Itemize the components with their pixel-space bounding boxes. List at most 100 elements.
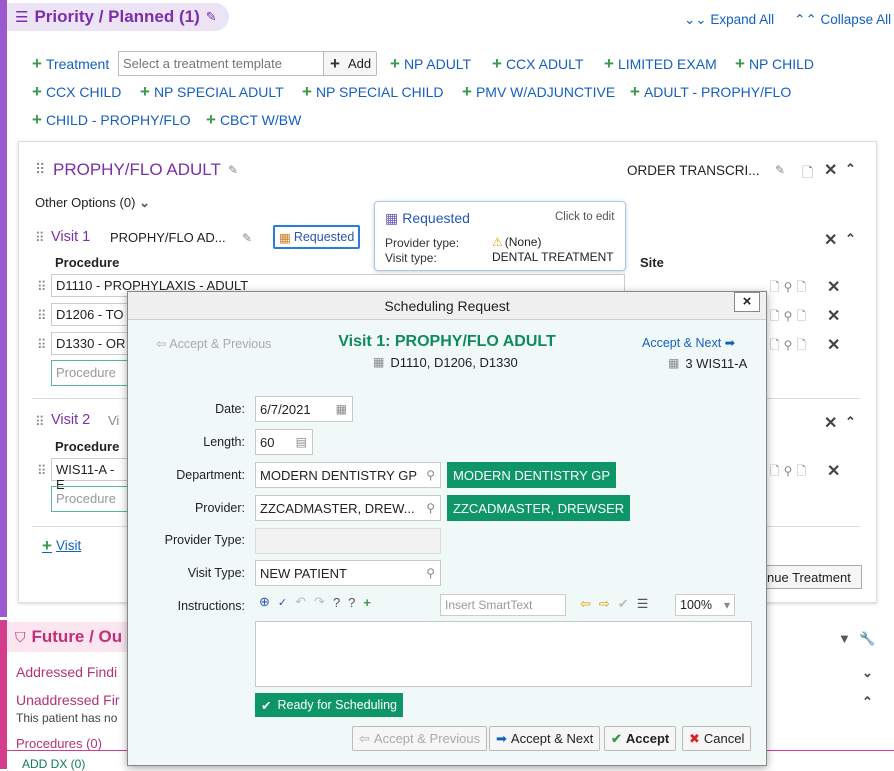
- undo-icon[interactable]: ↶: [295, 594, 306, 610]
- priority-header[interactable]: ☰ Priority / Planned (1) ✎: [7, 3, 229, 31]
- search-icon[interactable]: ⚲: [426, 566, 435, 580]
- accept-button[interactable]: ✔ Accept: [604, 726, 677, 751]
- drag-handle-icon[interactable]: ⠿: [35, 414, 45, 430]
- visit2-label: Visit 2: [51, 412, 91, 428]
- zoom-icon[interactable]: ⊕: [259, 594, 270, 610]
- arrow-right-icon[interactable]: ⇨: [599, 596, 610, 612]
- spellcheck-icon[interactable]: ✓: [278, 596, 287, 609]
- provider-field[interactable]: ZZCADMASTER, DREW... ⚲: [255, 495, 441, 521]
- calendar-icon[interactable]: ▦: [336, 402, 347, 416]
- provider-label: Provider:: [194, 501, 245, 515]
- drag-handle-icon[interactable]: ⠿: [37, 279, 47, 295]
- calculator-icon[interactable]: ▤: [296, 435, 307, 449]
- unaddressed-findings[interactable]: Unaddressed Fir: [16, 692, 120, 708]
- department-chip[interactable]: MODERN DENTISTRY GP: [447, 462, 616, 488]
- template-ccx-child[interactable]: + CCX CHILD: [32, 83, 121, 100]
- template-np-special-child[interactable]: + NP SPECIAL CHILD: [302, 83, 444, 100]
- checklist-icon: ☰: [15, 9, 29, 26]
- warning-icon: ⚠: [492, 235, 503, 249]
- search-icon[interactable]: ⚲: [426, 501, 435, 515]
- expand-icon[interactable]: ⌄: [862, 665, 873, 681]
- visit-type-field[interactable]: NEW PATIENT ⚲: [255, 560, 441, 586]
- check-icon[interactable]: ✔: [618, 596, 629, 612]
- template-child-prophy[interactable]: + CHILD - PROPHY/FLO: [32, 111, 191, 128]
- addressed-findings[interactable]: Addressed Findi: [16, 664, 117, 680]
- procedure-row[interactable]: D1330 - OR: [51, 332, 131, 355]
- provider-chip[interactable]: ZZCADMASTER, DREWSER: [447, 495, 631, 521]
- add-visit-link[interactable]: + Visit: [42, 537, 81, 554]
- procedure-row[interactable]: D1206 - TO: [51, 303, 131, 326]
- redo-icon[interactable]: ↷: [314, 594, 325, 610]
- department-field[interactable]: MODERN DENTISTRY GP ⚲: [255, 462, 441, 488]
- collapse-icon[interactable]: ⌃: [845, 161, 856, 177]
- treatment-label: + Treatment: [32, 54, 110, 73]
- template-np-special-adult[interactable]: + NP SPECIAL ADULT: [140, 83, 284, 100]
- accept-next-button[interactable]: ➡ Accept & Next: [489, 726, 601, 751]
- help-icon[interactable]: ?: [333, 595, 340, 610]
- collapse-icon[interactable]: ⌃: [845, 231, 856, 247]
- edit-icon[interactable]: ✎: [775, 163, 785, 177]
- close-icon[interactable]: ✕: [827, 461, 840, 481]
- treatment-template-input[interactable]: [118, 51, 324, 76]
- cancel-button[interactable]: ✖ Cancel: [682, 726, 752, 751]
- procedure-header: Procedure: [55, 439, 120, 454]
- drag-handle-icon[interactable]: ⠿: [37, 308, 47, 324]
- collapse-icon[interactable]: ⌃: [845, 414, 856, 430]
- visit-type-label: Visit Type:: [187, 566, 245, 580]
- template-adult-prophy[interactable]: + ADULT - PROPHY/FLO: [630, 83, 791, 100]
- close-icon[interactable]: ✕: [824, 230, 837, 250]
- template-cbct-bw[interactable]: + CBCT W/BW: [206, 111, 301, 128]
- procedure-input[interactable]: Procedure: [51, 360, 131, 386]
- plus-icon[interactable]: +: [363, 595, 371, 610]
- requested-badge[interactable]: ▦ Requested: [273, 225, 360, 249]
- wrench-icon[interactable]: 🔧: [859, 631, 875, 647]
- collapse-icon[interactable]: ⌃: [862, 694, 873, 710]
- instructions-textarea[interactable]: [255, 621, 752, 687]
- procedures-link[interactable]: Procedures (0): [16, 736, 102, 751]
- row-icons[interactable]: 🗋⚲🗋: [770, 278, 810, 299]
- requested-popover[interactable]: ▦ Requested Click to edit Provider type: …: [374, 201, 626, 271]
- close-icon[interactable]: ✕: [824, 413, 837, 433]
- help-plus-icon[interactable]: ?: [348, 595, 355, 610]
- template-pmv-adjunctive[interactable]: + PMV W/ADJUNCTIVE: [462, 83, 615, 100]
- length-label: Length:: [203, 435, 245, 449]
- list-icon[interactable]: ☰: [637, 596, 649, 612]
- expand-all-link[interactable]: ⌄⌄ Expand All: [684, 12, 774, 28]
- date-field[interactable]: 6/7/2021 ▦: [255, 396, 353, 422]
- row-icons[interactable]: 🗋⚲🗋: [770, 462, 810, 483]
- continue-treatment-button[interactable]: nue Treatment: [760, 565, 862, 589]
- drag-handle-icon[interactable]: ⠿: [35, 230, 45, 246]
- template-np-child[interactable]: + NP CHILD: [735, 55, 814, 72]
- close-icon[interactable]: ✕: [824, 160, 837, 180]
- collapse-all-link[interactable]: ⌃⌃ Collapse All: [794, 12, 891, 28]
- edit-icon[interactable]: ✎: [228, 163, 238, 177]
- drag-handle-icon[interactable]: ⠿: [35, 161, 45, 178]
- accept-next-link[interactable]: Accept & Next ➡: [642, 335, 735, 350]
- accept-previous-button[interactable]: ⇦ Accept & Previous: [352, 726, 488, 751]
- popover-title: ▦ Requested: [385, 210, 470, 226]
- drag-handle-icon[interactable]: ⠿: [37, 463, 47, 479]
- dialog-close-button[interactable]: ×: [734, 292, 760, 312]
- template-np-adult[interactable]: + NP ADULT: [390, 55, 471, 72]
- ready-for-scheduling-button[interactable]: ✔ Ready for Scheduling: [255, 693, 404, 717]
- search-icon[interactable]: ⚲: [426, 468, 435, 482]
- drag-handle-icon[interactable]: ⠿: [37, 337, 47, 353]
- expand-collapse: ⌄⌄ Expand All ⌃⌃ Collapse All: [684, 12, 891, 28]
- edit-icon[interactable]: ✎: [242, 231, 252, 245]
- add-button[interactable]: + Add: [323, 51, 377, 76]
- template-limited-exam[interactable]: + LIMITED EXAM: [604, 55, 717, 72]
- row-icons[interactable]: 🗋⚲🗋: [770, 307, 810, 328]
- length-field[interactable]: 60 ▤: [255, 429, 313, 455]
- close-icon[interactable]: ✕: [827, 277, 840, 297]
- smarttext-input[interactable]: Insert SmartText: [440, 594, 566, 616]
- close-icon[interactable]: ✕: [827, 335, 840, 355]
- close-icon[interactable]: ✕: [827, 306, 840, 326]
- zoom-select[interactable]: 100% ▾: [675, 594, 735, 616]
- arrow-left-icon[interactable]: ⇦: [580, 596, 591, 612]
- edit-icon[interactable]: ✎: [206, 9, 217, 25]
- document-icon[interactable]: 🗋: [802, 162, 813, 186]
- other-options[interactable]: Other Options (0) ⌄: [35, 195, 150, 211]
- filter-icon[interactable]: ▼: [838, 631, 851, 646]
- row-icons[interactable]: 🗋⚲🗋: [770, 336, 810, 357]
- template-ccx-adult[interactable]: + CCX ADULT: [492, 55, 583, 72]
